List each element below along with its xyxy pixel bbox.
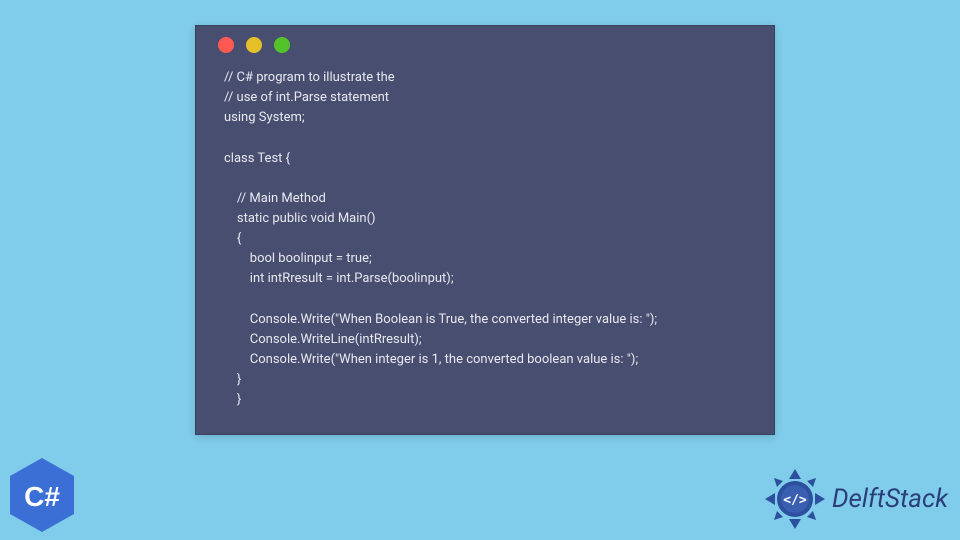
delftstack-badge-icon: </> <box>762 466 828 532</box>
code-window: // C# program to illustrate the // use o… <box>195 25 775 435</box>
svg-text:</>: </> <box>783 493 807 508</box>
delftstack-text: DelftStack <box>832 484 948 514</box>
csharp-logo-icon: C# <box>6 456 78 534</box>
delftstack-logo: </> DelftStack <box>762 466 948 532</box>
csharp-label: C# <box>24 481 60 512</box>
window-titlebar <box>196 26 774 64</box>
close-icon <box>218 37 234 53</box>
code-content: // C# program to illustrate the // use o… <box>196 64 774 434</box>
maximize-icon <box>274 37 290 53</box>
minimize-icon <box>246 37 262 53</box>
